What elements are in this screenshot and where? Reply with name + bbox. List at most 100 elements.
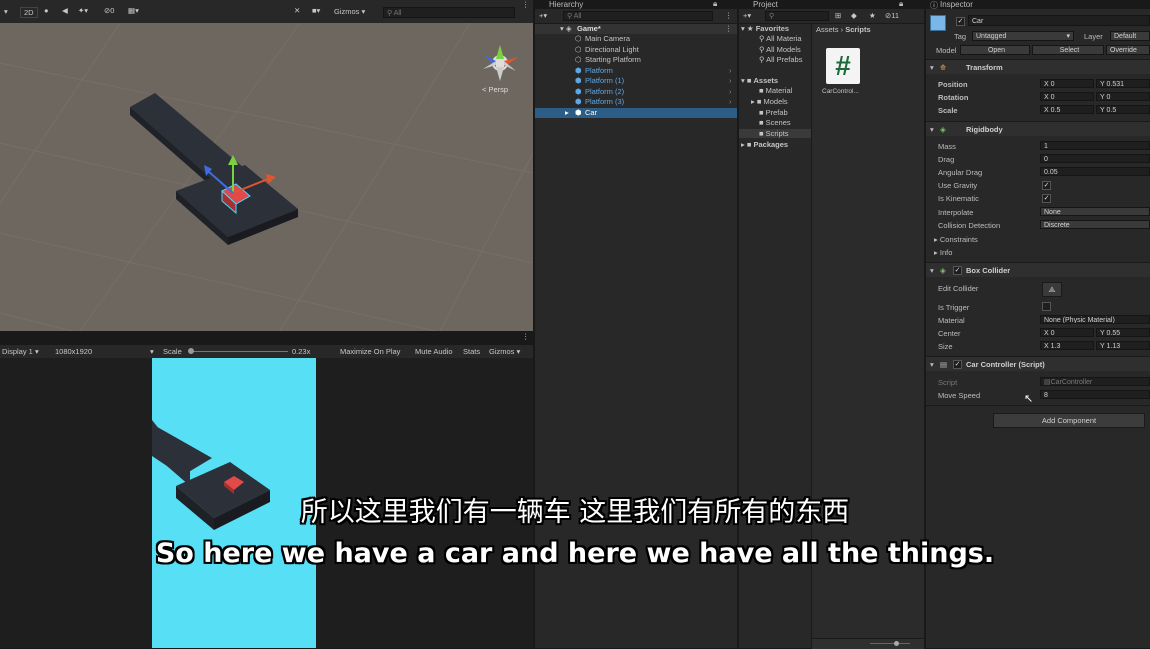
grid-icon[interactable]: ▦▾ xyxy=(128,6,139,15)
car-controller-enabled-checkbox[interactable]: ✓ xyxy=(953,360,962,369)
scene-toolbar-dropdown[interactable]: ▾ xyxy=(4,7,8,16)
breadcrumb-scripts[interactable]: Scripts xyxy=(845,25,870,34)
mass-field[interactable]: 1 xyxy=(1040,141,1150,150)
use-gravity-checkbox[interactable]: ✓ xyxy=(1042,181,1051,190)
center-x-field[interactable]: X 0 xyxy=(1040,328,1094,337)
box-collider-header[interactable]: ▾ ◈ ✓ Box Collider xyxy=(926,263,1150,277)
hierarchy-item[interactable]: ⬢ Platform › xyxy=(535,66,737,76)
audio-icon[interactable]: ◀ xyxy=(62,6,68,15)
scale-y-field[interactable]: Y 0.5 xyxy=(1096,105,1150,114)
effects-icon[interactable]: ✦▾ xyxy=(78,6,88,15)
chevron-right-icon[interactable]: › xyxy=(729,66,732,75)
material-field[interactable]: None (Physic Material) xyxy=(1040,315,1150,324)
size-y-field[interactable]: Y 1.13 xyxy=(1096,341,1150,350)
model-overrides-button[interactable]: Override xyxy=(1106,45,1150,55)
interpolate-dropdown[interactable]: None xyxy=(1040,207,1150,216)
scene-menu-icon[interactable]: ⋮ xyxy=(725,24,733,33)
gizmos-dropdown[interactable]: Gizmos ▾ xyxy=(334,7,365,16)
display-dropdown[interactable]: Display 1 ▾ xyxy=(2,347,39,356)
lighting-icon[interactable]: ● xyxy=(44,6,49,15)
model-open-button[interactable]: Open xyxy=(960,45,1030,55)
hierarchy-item-selected[interactable]: ▸ ⬢ Car xyxy=(535,108,737,118)
script-file-name[interactable]: CarControl... xyxy=(822,88,859,95)
camera-icon[interactable]: ■▾ xyxy=(312,6,320,15)
expand-arrow-icon[interactable]: ▸ xyxy=(565,108,569,117)
favorite-star-icon[interactable]: ★ xyxy=(869,11,876,20)
tag-dropdown[interactable]: Untagged ▾ xyxy=(972,31,1074,41)
project-tab[interactable]: Project xyxy=(753,0,778,9)
collapse-arrow-icon[interactable]: ▾ xyxy=(930,125,934,134)
favorites-item[interactable]: ⚲ All Models xyxy=(759,45,801,54)
hierarchy-item[interactable]: ⬢ Platform (3) › xyxy=(535,97,737,107)
asset-folder[interactable]: ▸ ■ Models xyxy=(751,97,788,106)
filter-type-icon[interactable]: ⊞ xyxy=(835,11,841,20)
scale-slider-handle[interactable] xyxy=(188,348,194,354)
game-gizmos-dropdown[interactable]: Gizmos ▾ xyxy=(489,347,520,356)
asset-folder[interactable]: ■ Scenes xyxy=(759,118,791,127)
tools-icon[interactable]: ✕ xyxy=(294,6,300,15)
hierarchy-search-input[interactable]: ⚲ All xyxy=(563,11,713,21)
search-filter-icon[interactable]: ⋮ xyxy=(725,11,733,20)
is-kinematic-checkbox[interactable]: ✓ xyxy=(1042,194,1051,203)
stats-button[interactable]: Stats xyxy=(463,347,480,356)
2d-toggle-button[interactable]: 2D xyxy=(20,7,38,18)
favorites-node[interactable]: ▾ ★ Favorites xyxy=(741,24,789,33)
chevron-right-icon[interactable]: › xyxy=(729,76,732,85)
icon-size-slider-handle[interactable] xyxy=(894,641,899,646)
scene-root-row[interactable]: ▾ ◈ Game* ⋮ xyxy=(535,24,737,34)
hidden-objects-icon[interactable]: ⊘0 xyxy=(104,6,114,15)
active-checkbox[interactable]: ✓ xyxy=(956,17,965,26)
center-y-field[interactable]: Y 0.55 xyxy=(1096,328,1150,337)
asset-folder-selected[interactable]: ■ Scripts xyxy=(739,129,811,138)
scene-search-input[interactable]: ⚲ All xyxy=(383,7,515,18)
collapse-arrow-icon[interactable]: ▾ xyxy=(930,63,934,72)
hierarchy-tab[interactable]: Hierarchy xyxy=(549,0,583,9)
drag-field[interactable]: 0 xyxy=(1040,154,1150,163)
scene-view[interactable]: < Persp xyxy=(0,23,533,331)
hidden-packages-icon[interactable]: ⊘11 xyxy=(885,11,899,20)
car-controller-header[interactable]: ▾ ▤ ✓ Car Controller (Script) xyxy=(926,357,1150,371)
position-y-field[interactable]: Y 0.531 xyxy=(1096,79,1150,88)
inspector-tab[interactable]: Inspector xyxy=(940,0,973,9)
hierarchy-item[interactable]: ⬢ Platform (2) › xyxy=(535,87,737,97)
lock-icon[interactable]: 🔒︎ xyxy=(713,0,717,9)
mute-audio-button[interactable]: Mute Audio xyxy=(415,347,453,356)
filter-label-icon[interactable]: ◆ xyxy=(851,11,857,20)
scale-slider[interactable] xyxy=(190,351,288,352)
favorites-item[interactable]: ⚲ All Prefabs xyxy=(759,55,802,64)
info-foldout[interactable]: ▸ Info xyxy=(934,248,952,257)
assets-node[interactable]: ▾ ■ Assets xyxy=(741,76,778,85)
icon-size-slider[interactable] xyxy=(870,643,910,644)
asset-folder[interactable]: ■ Prefab xyxy=(759,108,788,117)
size-x-field[interactable]: X 1.3 xyxy=(1040,341,1094,350)
more-icon[interactable]: ⋮ xyxy=(522,332,530,341)
constraints-foldout[interactable]: ▸ Constraints xyxy=(934,235,978,244)
maximize-on-play-button[interactable]: Maximize On Play xyxy=(340,347,400,356)
chevron-right-icon[interactable]: › xyxy=(729,87,732,96)
rotation-y-field[interactable]: Y 0 xyxy=(1096,92,1150,101)
packages-node[interactable]: ▸ ■ Packages xyxy=(741,140,788,149)
move-speed-field[interactable]: 8 xyxy=(1040,390,1150,399)
chevron-right-icon[interactable]: › xyxy=(729,97,732,106)
lock-icon[interactable]: 🔒︎ xyxy=(899,0,903,9)
angular-drag-field[interactable]: 0.05 xyxy=(1040,167,1150,176)
transform-header[interactable]: ▾ ⟰ Transform xyxy=(926,60,1150,74)
persp-label[interactable]: < Persp xyxy=(482,85,508,94)
csharp-script-icon[interactable]: # xyxy=(826,48,860,84)
move-speed-label[interactable]: Move Speed xyxy=(938,391,980,400)
layer-dropdown[interactable]: Default xyxy=(1110,31,1150,41)
rotation-x-field[interactable]: X 0 xyxy=(1040,92,1094,101)
model-select-button[interactable]: Select xyxy=(1032,45,1104,55)
scale-x-field[interactable]: X 0.5 xyxy=(1040,105,1094,114)
hierarchy-item[interactable]: ⬢ Platform (1) › xyxy=(535,76,737,86)
edit-collider-button[interactable]: ⟁ xyxy=(1042,282,1062,297)
project-search-input[interactable]: ⚲ xyxy=(765,11,829,21)
position-x-field[interactable]: X 0 xyxy=(1040,79,1094,88)
asset-folder[interactable]: ■ Material xyxy=(759,86,792,95)
collapse-arrow-icon[interactable]: ▾ xyxy=(930,266,934,275)
resolution-chevron-icon[interactable]: ▾ xyxy=(150,347,154,356)
object-name-field[interactable]: Car xyxy=(968,15,1150,26)
box-collider-enabled-checkbox[interactable]: ✓ xyxy=(953,266,962,275)
resolution-dropdown[interactable]: 1080x1920 xyxy=(55,347,92,356)
collision-detection-dropdown[interactable]: Discrete xyxy=(1040,220,1150,229)
